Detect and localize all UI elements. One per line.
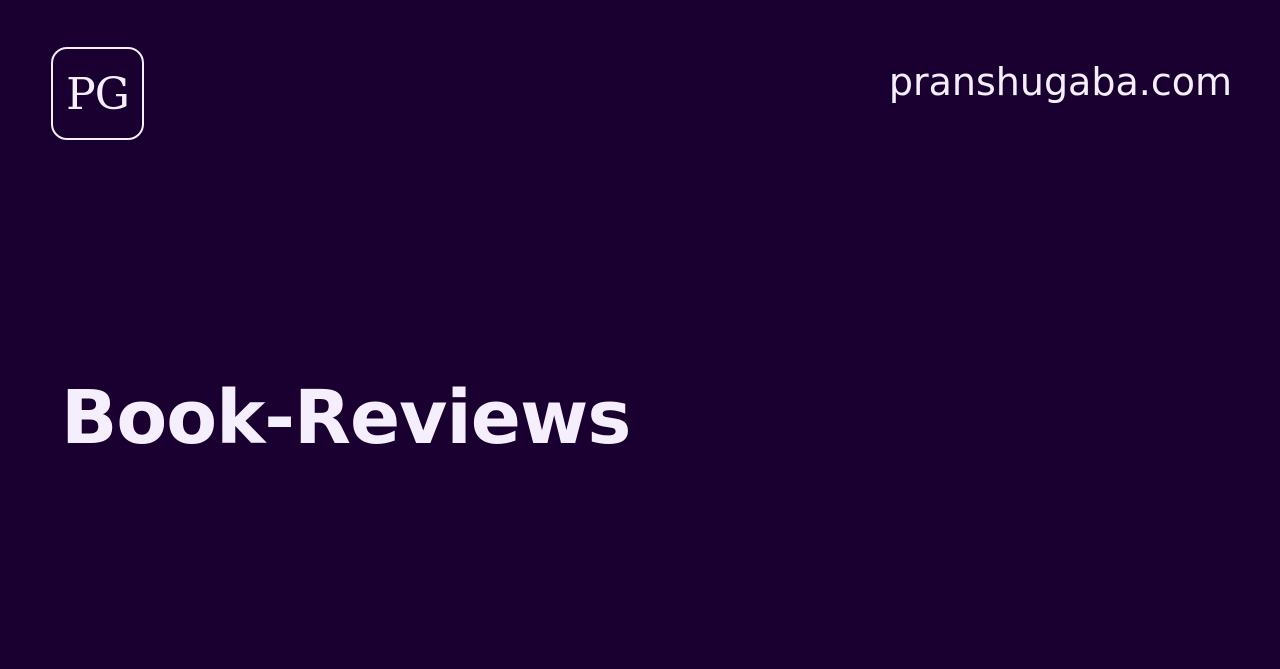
page: { "logo": { "text": "PG" }, "header": { …: [0, 0, 1280, 669]
site-domain-link[interactable]: pranshugaba.com: [889, 61, 1232, 104]
logo[interactable]: PG: [51, 47, 144, 140]
page-title: Book-Reviews: [61, 375, 631, 461]
logo-text: PG: [66, 68, 130, 120]
